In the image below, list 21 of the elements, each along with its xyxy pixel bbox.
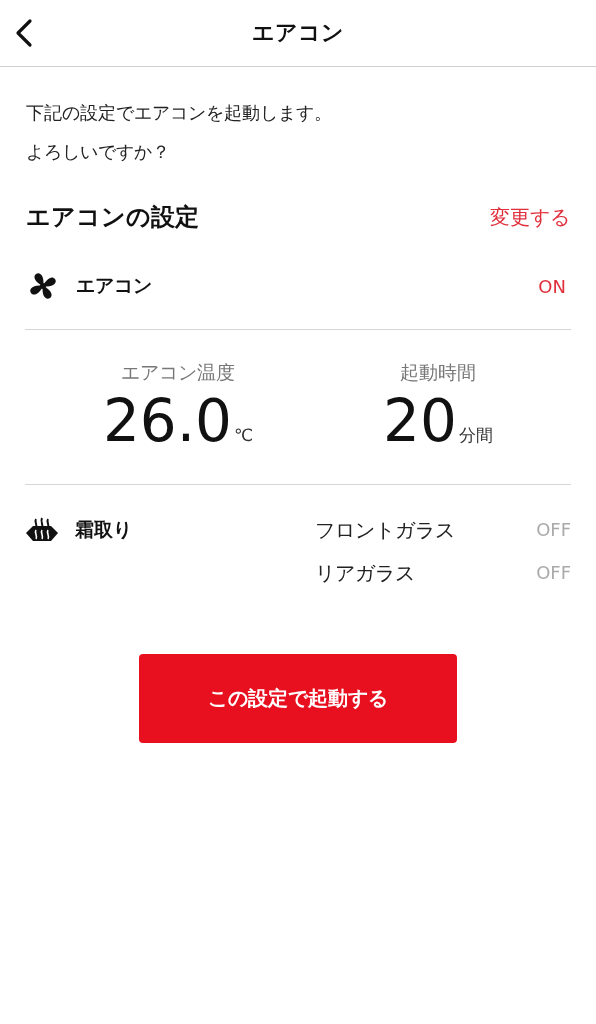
reading-value: 20	[383, 386, 457, 456]
start-button[interactable]: この設定で起動する	[139, 654, 457, 743]
status-text: OFF	[536, 561, 571, 585]
section-title: エアコンの設定	[26, 202, 199, 233]
fan-icon	[28, 271, 58, 301]
status-text: OFF	[536, 518, 571, 542]
reading-value: 26.0	[102, 386, 232, 456]
message-text: 下記の設定でエアコンを起動します。	[26, 101, 333, 125]
message-text: よろしいですか？	[26, 140, 171, 164]
status-text: ON	[538, 275, 566, 297]
aircon-label: エアコン	[76, 273, 153, 298]
reading-unit: 分間	[458, 424, 493, 447]
defrost-item-label: フロントガラス	[315, 517, 455, 544]
reading-label: エアコン温度	[121, 360, 235, 385]
change-link[interactable]: 変更する	[490, 203, 570, 231]
screen-title: エアコン	[252, 19, 344, 47]
defrost-item-label: リアガラス	[315, 560, 415, 587]
reading-unit: ℃	[234, 425, 254, 445]
reading-label: 起動時間	[400, 360, 476, 385]
defrost-label: 霜取り	[75, 517, 133, 542]
defroster-icon	[25, 517, 59, 543]
